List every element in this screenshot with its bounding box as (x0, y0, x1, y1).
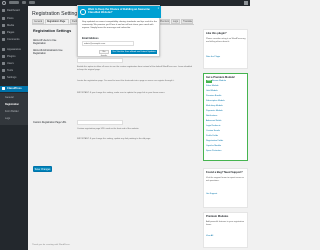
menu-label: Users (7, 62, 14, 66)
menu-item-dashboard[interactable]: Dashboard (0, 8, 28, 14)
premium-link[interactable]: Registration Fields (206, 140, 223, 143)
field-label-administrators: Allow All Administrators Use Registratio… (33, 49, 63, 55)
admin-bar-new[interactable] (29, 1, 35, 5)
plugin-icon (2, 87, 5, 91)
premium-link[interactable]: Login Redirects (206, 125, 220, 128)
comment-icon (2, 38, 5, 42)
menu-label: Plugins (7, 55, 16, 59)
popup-header: Want to Keep the Chance of Building an A… (78, 6, 161, 18)
submenu-item-general[interactable]: General (5, 96, 14, 99)
premium-link[interactable]: Silver Module (206, 85, 219, 88)
menu-item-users[interactable]: Users (0, 61, 28, 67)
submenu-item-registration[interactable]: Registration (5, 103, 19, 106)
box-title: Found a Bug? Need Support? (206, 170, 243, 174)
premium-link[interactable]: Advanced Fields (206, 120, 221, 123)
field-description: Custom registration page URL used on the… (77, 128, 140, 130)
pin-icon (2, 17, 5, 21)
menu-item-comments[interactable]: Comments (0, 37, 28, 43)
premium-link[interactable]: Custom Emails (206, 130, 220, 133)
info-icon (80, 9, 86, 15)
premium-link[interactable]: Profile Fields (206, 135, 218, 138)
field-description: Locate the registration page. You need t… (77, 80, 175, 82)
box-title: Premium Modules (206, 214, 229, 218)
box-text: Please consider rating it on WordPress.o… (206, 38, 246, 43)
custom-url-input[interactable] (77, 120, 123, 125)
menu-item-classipress[interactable]: ClassiPress (0, 86, 28, 92)
menu-item-posts[interactable]: Posts (0, 16, 28, 22)
close-icon[interactable]: × (157, 7, 160, 10)
field-description: IMPORTANT: If you change this setting, u… (77, 138, 151, 140)
premium-link[interactable]: Subscription Module (206, 100, 225, 103)
submenu-item-logs[interactable]: Logs (5, 117, 10, 120)
premium-link[interactable]: Payments Module (206, 110, 223, 113)
sidebar-box-modules: Premium Modules Add powerful features to… (203, 212, 248, 248)
save-button[interactable]: Save Changes (33, 166, 52, 172)
box-text: Add powerful features to your registrati… (206, 221, 245, 226)
section-title: Registration Settings (33, 29, 72, 33)
brush-icon (2, 48, 5, 52)
admin-bar-site-link[interactable] (9, 1, 19, 5)
box-title: Like this plugin? (206, 31, 227, 35)
page-icon (2, 31, 5, 35)
settings-icon (2, 76, 5, 80)
field-description: IMPORTANT: If you change this setting, m… (77, 92, 165, 94)
popup-body: Stay updated on newest compatibility sha… (82, 21, 157, 29)
menu-label: Pages (7, 31, 15, 35)
email-label: Email Address (82, 37, 99, 40)
avatar[interactable] (244, 1, 248, 5)
menu-label: Dashboard (7, 9, 20, 13)
rate-plugin-link[interactable]: Rate the Plugin (206, 56, 220, 59)
box-title: Get a Premium Module! (206, 75, 235, 79)
page-title: Registration Settings (32, 11, 80, 17)
sidebar-box-rate: Like this plugin? Please consider rating… (203, 29, 248, 69)
menu-item-pages[interactable]: Pages (0, 30, 28, 36)
subscribe-button[interactable]: Yes! Get the Free eBook and Latest Updat… (111, 50, 157, 54)
user-icon (2, 62, 5, 66)
footer-text: Thank you for creating with WordPress. (32, 244, 71, 246)
premium-link[interactable]: Bronze Module (212, 80, 226, 83)
email-field[interactable]: admin@example.com (82, 41, 134, 46)
premium-link[interactable]: Premium Bundle (206, 95, 221, 98)
submenu: General Registration Form Builder Logs (0, 93, 28, 125)
premium-link[interactable]: Gold Module (206, 90, 218, 93)
menu-item-settings[interactable]: Settings (0, 75, 28, 81)
submenu-item-form-builder[interactable]: Form Builder (5, 110, 19, 113)
field-label-custom-url: Custom Registration Page URL (33, 121, 67, 124)
menu-label: Settings (7, 76, 17, 80)
field-description: Enable this option to allow all users to… (77, 66, 192, 71)
menu-label: Tools (7, 69, 14, 73)
sidebar-box-support: Found a Bug? Need Support? Visit the sup… (203, 168, 248, 208)
menu-label: ClassiPress (7, 87, 22, 91)
box-text: Visit the support forum to report issues… (206, 177, 244, 182)
plug-icon (2, 55, 5, 59)
menu-label: Media (7, 24, 15, 28)
wrench-icon (2, 69, 5, 73)
support-link[interactable]: Get Support (206, 193, 217, 196)
menu-item-plugins[interactable]: Plugins (0, 54, 28, 60)
subscribe-popup: Want to Keep the Chance of Building an A… (77, 5, 161, 57)
menu-label: Posts (7, 17, 14, 21)
premium-link[interactable]: Spam Protection (206, 150, 221, 153)
premium-link[interactable]: Notifications (206, 115, 217, 118)
admin-menu: Dashboard Posts Media Pages Comments App… (0, 6, 28, 250)
menu-label: Appearance (7, 48, 21, 52)
field-label-all-users: Allow All Users to Use Registration (33, 39, 57, 45)
registration-page-input[interactable] (77, 58, 123, 63)
media-icon (2, 24, 5, 28)
menu-label: Comments (7, 38, 20, 42)
menu-item-appearance[interactable]: Appearance (0, 47, 28, 53)
popup-title: Want to Keep the Chance of Building an A… (88, 8, 150, 15)
no-thanks-button[interactable]: No thanks (99, 50, 109, 57)
wordpress-logo-icon[interactable] (2, 1, 6, 5)
menu-item-media[interactable]: Media (0, 23, 28, 29)
sidebar-box-premium: Get a Premium Module! New Bronze Module … (203, 73, 248, 161)
view-all-link[interactable]: View All (206, 235, 213, 238)
premium-link[interactable]: Captcha Module (206, 145, 221, 148)
menu-item-tools[interactable]: Tools (0, 68, 28, 74)
dashboard-icon (2, 9, 5, 13)
premium-link[interactable]: Mailchimp Module (206, 105, 223, 108)
admin-bar-updates[interactable] (22, 1, 26, 5)
